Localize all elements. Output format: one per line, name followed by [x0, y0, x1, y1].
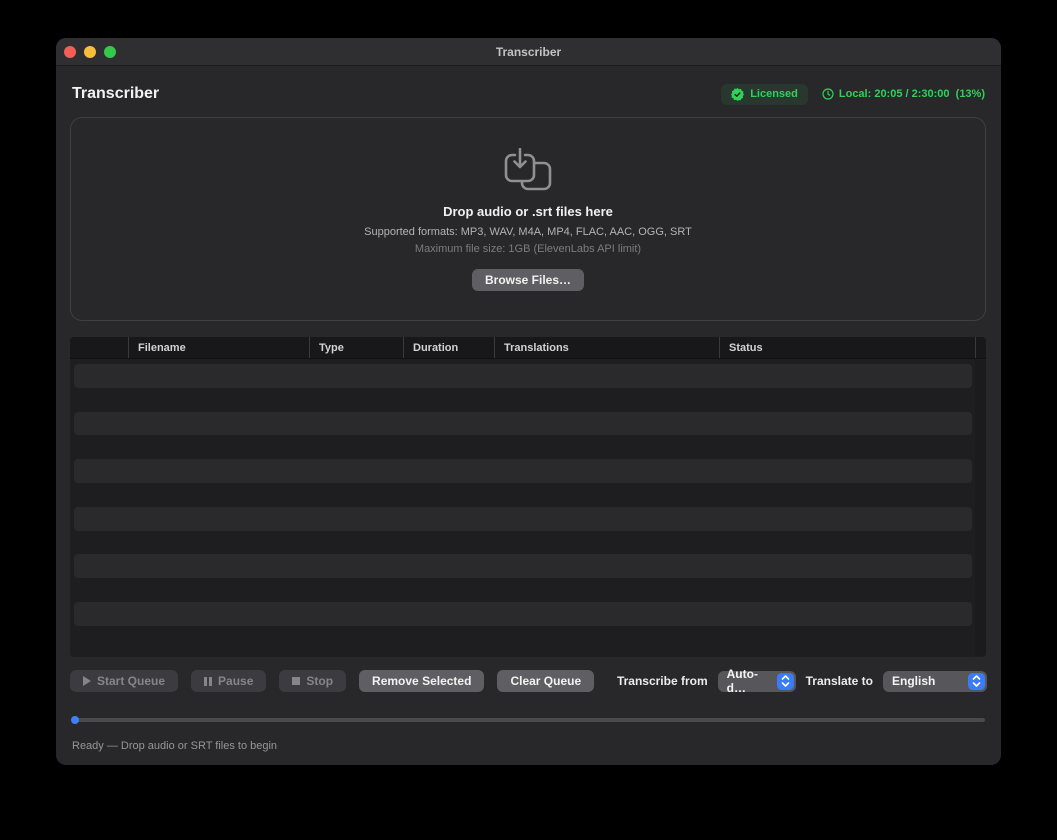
chevron-up-down-icon	[968, 673, 985, 690]
dropzone-title: Drop audio or .srt files here	[443, 204, 613, 219]
usage-text: Local: 20:05 / 2:30:00 (13%)	[839, 88, 985, 100]
minimize-icon[interactable]	[84, 46, 96, 58]
licensed-label: Licensed	[750, 88, 798, 100]
status-bar: Ready — Drop audio or SRT files to begin	[72, 736, 985, 752]
licensed-badge: Licensed	[721, 84, 808, 105]
table-header-filename[interactable]: Filename	[128, 337, 309, 358]
progress-bar	[72, 716, 985, 724]
table-row[interactable]	[74, 459, 972, 483]
table-row[interactable]	[70, 531, 986, 555]
queue-table: Filename Type Duration Translations Stat…	[70, 337, 986, 657]
usage-indicator: Local: 20:05 / 2:30:00 (13%)	[822, 88, 985, 100]
header-right-group: Licensed Local: 20:05 / 2:30:00 (13%)	[721, 84, 985, 105]
queue-toolbar: Start Queue Pause Stop Remove Selected C…	[70, 669, 987, 693]
clear-queue-button[interactable]: Clear Queue	[497, 670, 594, 692]
table-scrollbar-track[interactable]	[975, 360, 986, 657]
table-header-translations[interactable]: Translations	[494, 337, 719, 358]
table-row[interactable]	[70, 388, 986, 412]
app-header: Transcriber Licensed Local: 20:05 / 2:30…	[72, 82, 985, 106]
app-window: Transcriber Transcriber Licensed Local: …	[56, 38, 1001, 765]
table-row[interactable]	[70, 483, 986, 507]
table-header: Filename Type Duration Translations Stat…	[70, 337, 986, 359]
table-header-leading[interactable]	[70, 337, 128, 358]
table-row[interactable]	[70, 578, 986, 602]
table-header-status[interactable]: Status	[719, 337, 975, 358]
status-text: Ready — Drop audio or SRT files to begin	[72, 740, 277, 752]
browse-files-button[interactable]: Browse Files…	[472, 269, 584, 291]
titlebar[interactable]: Transcriber	[56, 38, 1001, 66]
language-controls: Transcribe from Auto-d… Translate to Eng…	[617, 671, 987, 692]
start-queue-button[interactable]: Start Queue	[70, 670, 178, 692]
pause-button[interactable]: Pause	[191, 670, 266, 692]
transcribe-from-label: Transcribe from	[617, 674, 708, 688]
table-body[interactable]	[70, 364, 986, 657]
table-row[interactable]	[70, 435, 986, 459]
pause-label: Pause	[218, 674, 253, 688]
pause-icon	[204, 677, 212, 686]
translate-to-select[interactable]: English	[883, 671, 987, 692]
table-row[interactable]	[74, 602, 972, 626]
translate-to-label: Translate to	[806, 674, 873, 688]
dropzone-formats: Supported formats: MP3, WAV, M4A, MP4, F…	[364, 226, 692, 238]
drop-zone[interactable]: Drop audio or .srt files here Supported …	[70, 117, 986, 321]
zoom-icon[interactable]	[104, 46, 116, 58]
close-icon[interactable]	[64, 46, 76, 58]
stop-button[interactable]: Stop	[279, 670, 346, 692]
progress-track	[72, 718, 985, 722]
play-icon	[83, 676, 91, 686]
window-title: Transcriber	[496, 45, 561, 59]
licensed-seal-icon	[731, 88, 744, 101]
dropzone-max-size: Maximum file size: 1GB (ElevenLabs API l…	[415, 243, 641, 255]
table-header-type[interactable]: Type	[309, 337, 403, 358]
stop-label: Stop	[306, 674, 333, 688]
clock-icon	[822, 88, 834, 100]
progress-indicator	[71, 716, 79, 724]
table-header-end	[975, 337, 986, 358]
transcribe-from-value: Auto-d…	[727, 667, 771, 695]
traffic-lights	[64, 46, 116, 58]
start-queue-label: Start Queue	[97, 674, 165, 688]
stop-icon	[292, 677, 300, 685]
remove-selected-button[interactable]: Remove Selected	[359, 670, 484, 692]
page-title: Transcriber	[72, 85, 159, 103]
table-row[interactable]	[74, 507, 972, 531]
table-row[interactable]	[74, 412, 972, 436]
table-row[interactable]	[74, 364, 972, 388]
table-row[interactable]	[74, 554, 972, 578]
transcribe-from-select[interactable]: Auto-d…	[718, 671, 796, 692]
translate-to-value: English	[892, 674, 962, 688]
chevron-up-down-icon	[777, 673, 794, 690]
download-tray-icon	[501, 148, 555, 194]
table-row[interactable]	[70, 626, 986, 650]
table-header-duration[interactable]: Duration	[403, 337, 494, 358]
